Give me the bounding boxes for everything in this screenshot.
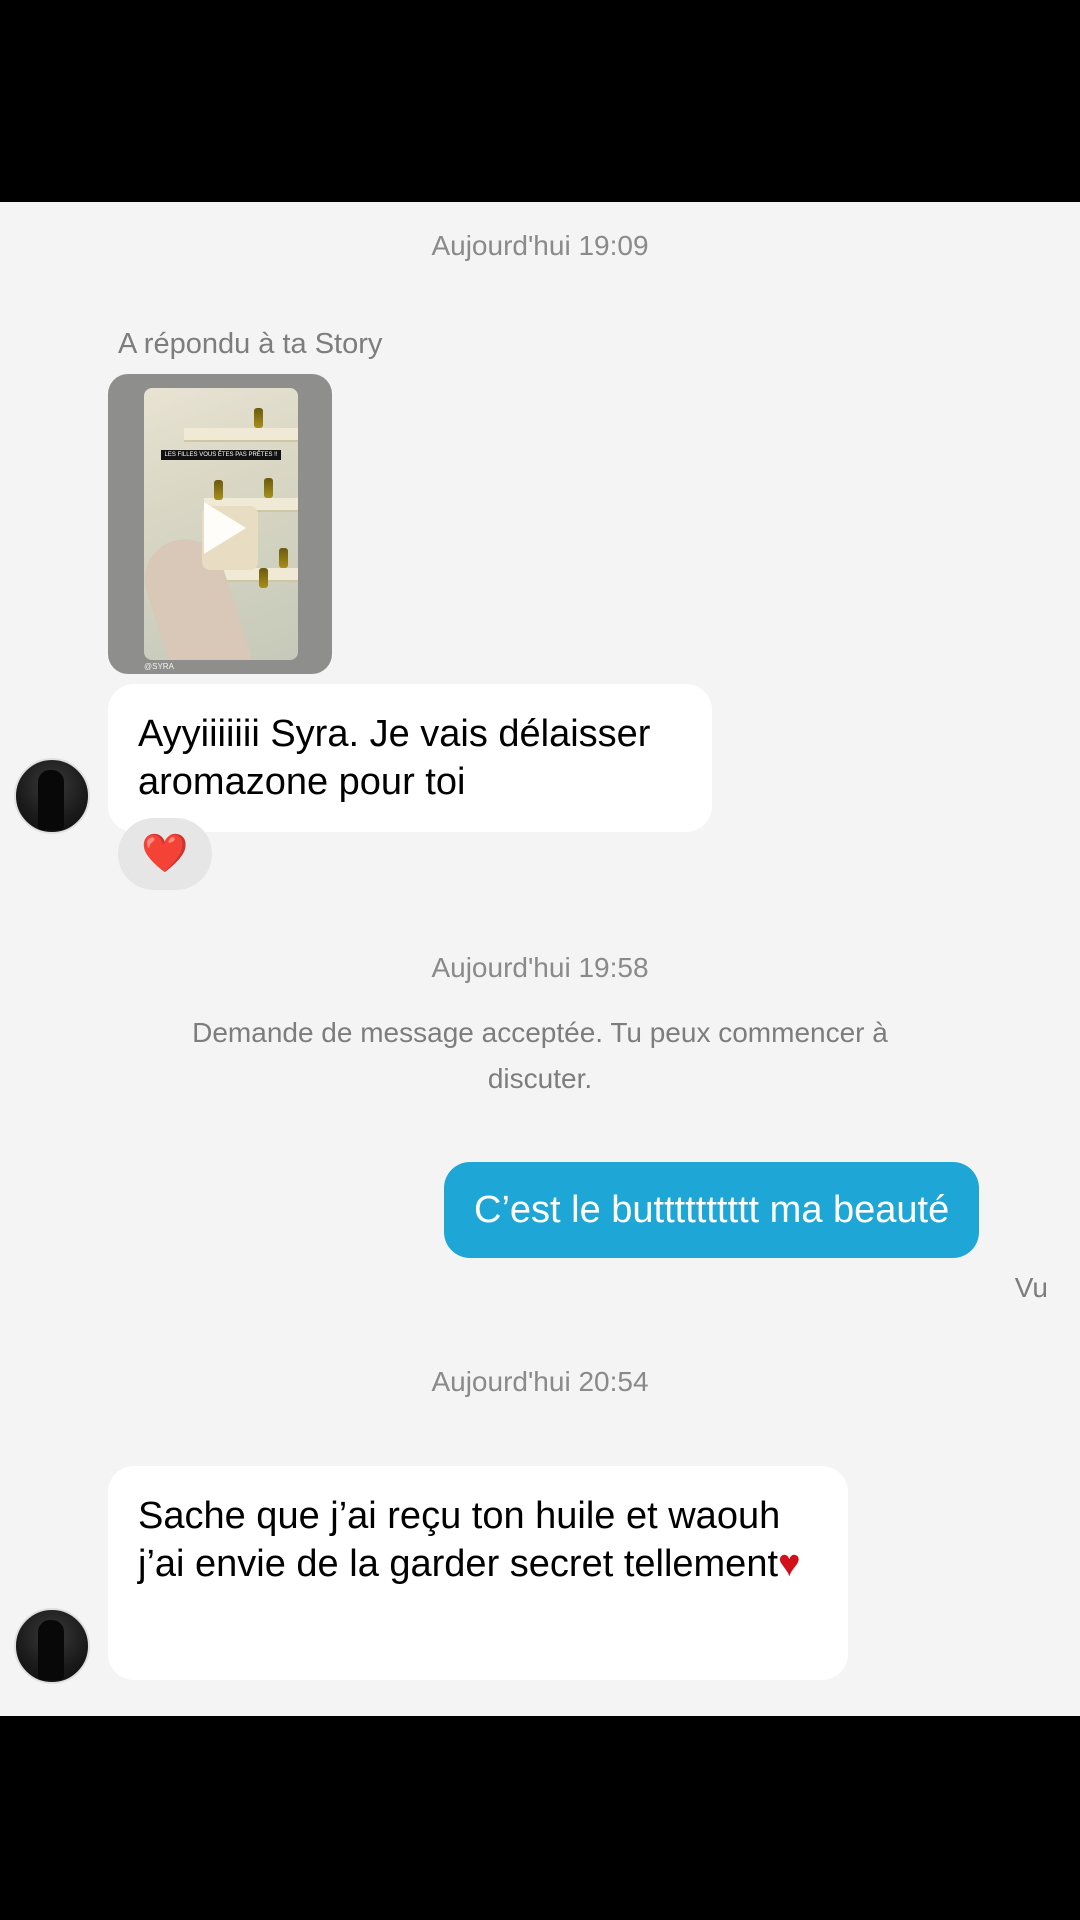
system-message: Demande de message acceptée. Tu peux com… (192, 1017, 888, 1094)
story-handle: @SYRA (144, 662, 174, 671)
outgoing-message[interactable]: C’est le butttttttttt ma beauté (444, 1162, 980, 1258)
timestamp: Aujourd'hui 19:58 (431, 952, 649, 983)
incoming-message[interactable]: Sache que j’ai reçu ton huile et waouh j… (108, 1466, 848, 1680)
timestamp: Aujourd'hui 20:54 (431, 1366, 649, 1397)
heart-reaction[interactable]: ❤️ (118, 818, 212, 890)
message-text: Sache que j’ai reçu ton huile et waouh j… (138, 1495, 781, 1585)
story-reply-label: A répondu à ta Story (118, 328, 383, 360)
incoming-message[interactable]: Ayyiiiiiii Syra. Je vais délaisser aroma… (108, 684, 712, 832)
status-bar-area (0, 0, 1080, 202)
story-thumbnail: LES FILLES VOUS ÊTES PAS PRÊTES !! (144, 388, 298, 660)
heart-emoji: ♥ (778, 1543, 801, 1585)
story-preview[interactable]: LES FILLES VOUS ÊTES PAS PRÊTES !! @SYRA (108, 374, 332, 674)
play-icon (204, 502, 246, 554)
avatar[interactable] (14, 758, 90, 834)
story-caption: LES FILLES VOUS ÊTES PAS PRÊTES !! (161, 450, 281, 460)
chat-thread[interactable]: Aujourd'hui 19:09 A répondu à ta Story L… (0, 202, 1080, 1716)
bottom-area (0, 1716, 1080, 1920)
avatar[interactable] (14, 1608, 90, 1684)
seen-status: Vu (1014, 1272, 1048, 1303)
timestamp: Aujourd'hui 19:09 (431, 230, 649, 261)
